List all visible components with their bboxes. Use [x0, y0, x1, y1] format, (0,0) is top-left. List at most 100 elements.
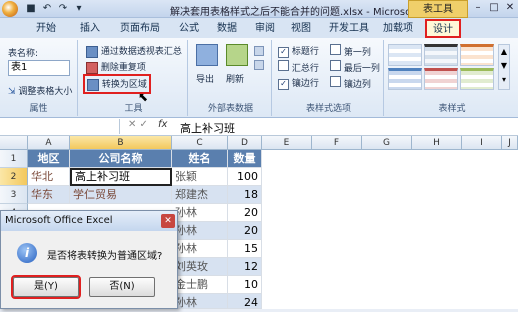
table-cell[interactable]: 华东 — [28, 186, 70, 204]
table-header-cell[interactable]: 地区 — [28, 150, 70, 168]
gallery-scroll-arrows[interactable]: ▲ ▼ ▾ — [498, 44, 510, 90]
refresh-icon[interactable] — [226, 44, 248, 66]
table-style-swatch[interactable] — [460, 44, 494, 66]
redo-icon[interactable]: ↷ — [56, 2, 70, 16]
table-cell[interactable]: 100 — [228, 168, 262, 186]
table-cell[interactable]: 孙林 — [172, 222, 228, 240]
tab-formulas[interactable]: 公式 — [174, 20, 204, 37]
table-style-swatch[interactable] — [388, 68, 422, 90]
column-header[interactable]: D — [228, 136, 262, 150]
banded-rows-option[interactable]: ✓ 镶边行 — [278, 76, 319, 90]
ribbon: 表名称: 表1 ⇲ 调整表格大小 属性 通过数据透视表汇总 删除重复项 转换为区… — [0, 38, 518, 118]
select-all-corner[interactable] — [0, 136, 28, 150]
table-cell[interactable]: 20 — [228, 222, 262, 240]
table-cell[interactable]: 12 — [228, 258, 262, 276]
tab-design[interactable]: 设计 — [425, 19, 461, 38]
tab-review[interactable]: 审阅 — [250, 20, 280, 37]
column-header[interactable]: C — [172, 136, 228, 150]
banded-columns-option[interactable]: 镶边列 — [330, 76, 371, 90]
column-header[interactable]: B — [70, 136, 172, 150]
fx-icon[interactable]: fx — [158, 119, 167, 130]
last-column-checkbox[interactable] — [330, 60, 341, 71]
ribbon-tabs: 开始 插入 页面布局 公式 数据 审阅 视图 开发工具 加载项 设计 — [0, 18, 518, 38]
tab-data[interactable]: 数据 — [210, 20, 244, 37]
total-row-checkbox[interactable] — [278, 60, 289, 71]
table-name-input[interactable]: 表1 — [8, 60, 70, 76]
table-cell[interactable]: 华北 — [28, 168, 70, 186]
total-row-option[interactable]: 汇总行 — [278, 60, 319, 74]
yes-button[interactable]: 是(Y) — [11, 275, 81, 299]
open-browser-icon[interactable] — [254, 60, 264, 70]
row-header[interactable]: 3 — [0, 186, 28, 204]
close-icon[interactable]: ✕ — [502, 0, 518, 16]
remove-duplicates-button[interactable]: 删除重复项 — [86, 60, 146, 74]
table-cell[interactable]: 10 — [228, 276, 262, 294]
table-cell[interactable]: 张颖 — [172, 168, 228, 186]
table-cell[interactable]: 孙林 — [172, 240, 228, 258]
table-cell[interactable]: 15 — [228, 240, 262, 258]
column-header[interactable]: J — [502, 136, 518, 150]
table-cell[interactable]: 学仁贸易 — [70, 186, 172, 204]
tab-developer[interactable]: 开发工具 — [324, 20, 374, 37]
table-cell[interactable]: 20 — [228, 204, 262, 222]
table-style-swatch[interactable] — [424, 44, 458, 66]
column-header[interactable]: A — [28, 136, 70, 150]
header-row-checkbox[interactable]: ✓ — [278, 47, 289, 58]
banded-rows-checkbox[interactable]: ✓ — [278, 79, 289, 90]
tab-home[interactable]: 开始 — [28, 20, 64, 37]
group-table-styles: ▲ ▼ ▾ 表样式 — [386, 40, 518, 116]
export-label[interactable]: 导出 — [196, 72, 214, 85]
formula-bar: ✕ ✓ fx 高上补习班 — [0, 118, 518, 136]
first-column-option[interactable]: 第一列 — [330, 44, 371, 58]
dialog-close-icon[interactable]: ✕ — [161, 214, 175, 228]
table-cell[interactable]: 18 — [228, 186, 262, 204]
undo-icon[interactable]: ↶ — [40, 2, 54, 16]
column-header[interactable]: E — [262, 136, 312, 150]
column-header[interactable]: G — [362, 136, 412, 150]
properties-small-icon[interactable] — [254, 46, 264, 56]
banded-columns-checkbox[interactable] — [330, 76, 341, 87]
no-button[interactable]: 否(N) — [89, 277, 155, 297]
qat-dropdown-icon[interactable]: ▾ — [72, 2, 86, 16]
tab-insert[interactable]: 插入 — [72, 20, 108, 37]
table-cell[interactable]: 金士鹏 — [172, 276, 228, 294]
column-header[interactable]: F — [312, 136, 362, 150]
export-icon[interactable] — [196, 44, 218, 66]
name-box[interactable] — [0, 119, 120, 134]
table-style-swatch[interactable] — [424, 68, 458, 90]
table-header-cell[interactable]: 姓名 — [172, 150, 228, 168]
save-icon[interactable]: ■ — [24, 2, 38, 16]
table-cell[interactable]: 刘英玫 — [172, 258, 228, 276]
table-style-swatch[interactable] — [460, 68, 494, 90]
row-header[interactable]: 1 — [0, 150, 28, 168]
tab-addins[interactable]: 加载项 — [380, 20, 416, 37]
formula-buttons-icon[interactable]: ✕ ✓ — [128, 119, 148, 130]
minimize-icon[interactable]: – — [470, 0, 486, 16]
column-header[interactable]: I — [462, 136, 502, 150]
first-column-checkbox[interactable] — [330, 44, 341, 55]
summarize-pivot-button[interactable]: 通过数据透视表汇总 — [86, 44, 182, 58]
table-cell[interactable]: 郑建杰 — [172, 186, 228, 204]
table-cell[interactable]: 孙林 — [172, 204, 228, 222]
table-header-cell[interactable]: 数量 — [228, 150, 262, 168]
formula-content[interactable]: 高上补习班 — [180, 120, 235, 136]
table-header-cell[interactable]: 公司名称 — [70, 150, 172, 168]
table-style-swatch[interactable] — [388, 44, 422, 66]
refresh-label[interactable]: 刷新 — [226, 72, 244, 85]
column-header[interactable]: H — [412, 136, 462, 150]
header-row-option[interactable]: ✓ 标题行 — [278, 44, 319, 58]
maximize-icon[interactable]: □ — [486, 0, 502, 16]
tab-view[interactable]: 视图 — [286, 20, 316, 37]
group-tools: 通过数据透视表汇总 删除重复项 转换为区域 ⬉ 工具 — [80, 40, 188, 116]
last-column-option[interactable]: 最后一列 — [330, 60, 380, 74]
tab-page-layout[interactable]: 页面布局 — [114, 20, 166, 37]
office-button[interactable] — [2, 1, 18, 17]
last-column-label: 最后一列 — [343, 64, 380, 74]
table-cell[interactable]: 孙林 — [172, 294, 228, 309]
row-header[interactable]: 2 — [0, 168, 28, 186]
table-cell[interactable]: 24 — [228, 294, 262, 309]
pivot-icon — [86, 45, 98, 58]
table-cell-selected[interactable]: 高上补习班 — [70, 168, 172, 186]
convert-dialog: Microsoft Office Excel ✕ i 是否将表转换为普通区域? … — [0, 210, 178, 309]
resize-table-button[interactable]: ⇲ 调整表格大小 — [8, 84, 72, 97]
